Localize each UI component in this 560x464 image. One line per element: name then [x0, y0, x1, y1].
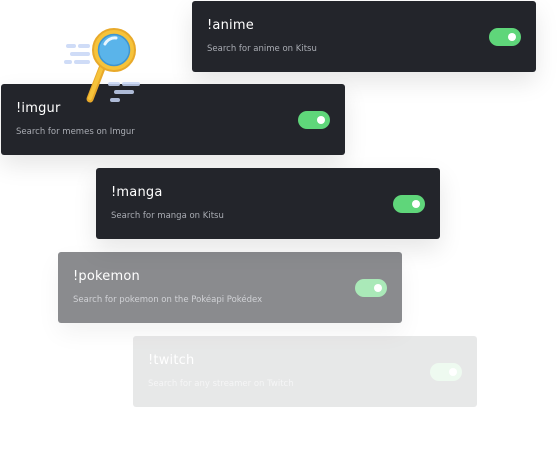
command-description: Search for memes on Imgur — [16, 127, 135, 137]
command-title: !imgur — [16, 101, 61, 116]
command-card-anime: !anime Search for anime on Kitsu — [192, 1, 536, 72]
magnifying-glass-icon — [64, 28, 140, 103]
command-card-manga: !manga Search for manga on Kitsu — [96, 168, 440, 239]
command-description: Search for anime on Kitsu — [207, 44, 317, 54]
command-card-twitch: !twitch Search for any streamer on Twitc… — [133, 336, 477, 407]
command-list-illustration: !anime Search for anime on Kitsu !imgur … — [0, 0, 560, 464]
command-card-pokemon: !pokemon Search for pokemon on the Pokéa… — [58, 252, 402, 323]
command-card-imgur: !imgur Search for memes on Imgur — [1, 84, 345, 155]
command-description: Search for manga on Kitsu — [111, 211, 224, 221]
command-toggle-imgur[interactable] — [298, 111, 330, 129]
command-title: !pokemon — [73, 269, 140, 284]
command-description: Search for pokemon on the Pokéapi Pokéde… — [73, 295, 263, 305]
command-title: !twitch — [148, 353, 195, 368]
command-toggle-twitch[interactable] — [430, 363, 462, 381]
command-toggle-anime[interactable] — [489, 28, 521, 46]
command-description: Search for any streamer on Twitch — [148, 379, 294, 389]
command-toggle-pokemon[interactable] — [355, 279, 387, 297]
command-title: !anime — [207, 18, 254, 33]
command-toggle-manga[interactable] — [393, 195, 425, 213]
command-title: !manga — [111, 185, 163, 200]
